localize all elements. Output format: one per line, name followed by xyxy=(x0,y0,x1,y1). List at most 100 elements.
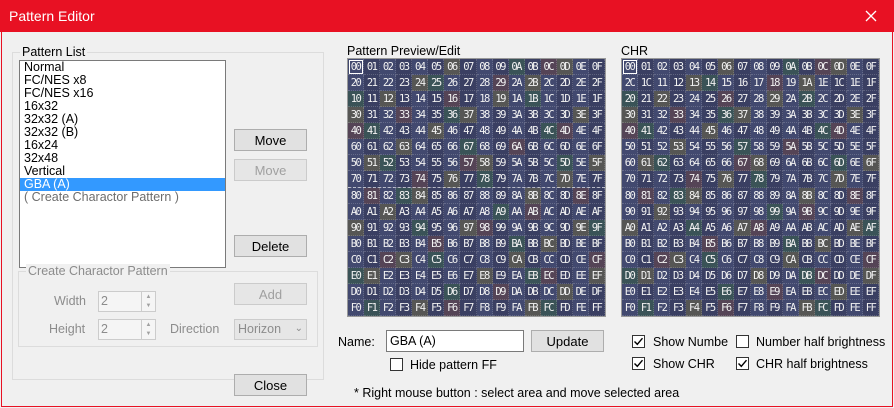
preview-cell[interactable]: 14 xyxy=(412,91,429,108)
chr-cell[interactable]: 36 xyxy=(718,107,735,124)
chr-cell[interactable]: D1 xyxy=(638,267,655,284)
chr-cell[interactable]: 57 xyxy=(734,139,751,156)
preview-cell[interactable]: E4 xyxy=(412,267,429,284)
close-button[interactable]: Close xyxy=(234,374,307,396)
preview-cell[interactable]: 2B xyxy=(524,75,541,92)
chr-cell[interactable]: 1C xyxy=(638,75,655,92)
chr-cell[interactable]: BB xyxy=(798,235,815,252)
chr-cell[interactable]: 62 xyxy=(654,155,671,172)
preview-cell[interactable]: C1 xyxy=(364,251,381,268)
chr-cell[interactable]: D3 xyxy=(670,267,687,284)
chr-cell[interactable]: B6 xyxy=(718,235,735,252)
preview-cell[interactable]: 53 xyxy=(396,155,413,172)
preview-cell[interactable]: 4F xyxy=(588,123,605,140)
chr-cell[interactable]: 77 xyxy=(734,171,751,188)
preview-cell[interactable]: 22 xyxy=(380,75,397,92)
chr-cell[interactable]: B5 xyxy=(702,235,719,252)
chr-cell[interactable]: C6 xyxy=(718,251,735,268)
preview-cell[interactable]: 7E xyxy=(572,171,589,188)
chr-cell[interactable]: 6A xyxy=(782,155,799,172)
chr-cell[interactable]: 11 xyxy=(654,75,671,92)
preview-cell[interactable]: B8 xyxy=(476,235,493,252)
chr-cell[interactable]: C7 xyxy=(734,251,751,268)
preview-cell[interactable]: 4C xyxy=(540,123,557,140)
preview-cell[interactable]: 17 xyxy=(460,91,477,108)
preview-cell[interactable]: 7F xyxy=(588,171,605,188)
chr-cell[interactable]: BC xyxy=(814,235,831,252)
chr-cell[interactable]: 26 xyxy=(718,91,735,108)
chr-cell[interactable]: 33 xyxy=(670,107,687,124)
preview-cell[interactable]: 29 xyxy=(492,75,509,92)
chr-cell[interactable]: 09 xyxy=(766,59,783,76)
preview-cell[interactable]: D7 xyxy=(460,283,477,300)
chr-cell[interactable]: 02 xyxy=(654,59,671,76)
chr-cell[interactable]: E5 xyxy=(702,283,719,300)
preview-cell[interactable]: E6 xyxy=(444,267,461,284)
chr-cell[interactable]: 68 xyxy=(750,155,767,172)
chr-cell[interactable]: 53 xyxy=(670,139,687,156)
chr-cell[interactable]: 7C xyxy=(814,171,831,188)
chr-cell[interactable]: 66 xyxy=(718,155,735,172)
preview-cell[interactable]: 40 xyxy=(348,123,365,140)
preview-cell[interactable]: 9F xyxy=(588,219,605,236)
preview-cell[interactable]: A0 xyxy=(348,203,365,220)
move-up-button[interactable]: Move xyxy=(234,129,307,151)
chr-cell[interactable]: 5A xyxy=(782,139,799,156)
preview-cell[interactable]: BE xyxy=(572,235,589,252)
preview-cell[interactable]: 67 xyxy=(460,139,477,156)
chr-cell[interactable]: 6E xyxy=(846,155,863,172)
preview-cell[interactable]: FE xyxy=(572,299,589,316)
chr-cell[interactable]: DC xyxy=(814,267,831,284)
preview-cell[interactable]: AC xyxy=(540,203,557,220)
chr-cell[interactable]: D5 xyxy=(702,267,719,284)
chr-cell[interactable]: D8 xyxy=(750,267,767,284)
preview-cell[interactable]: 20 xyxy=(348,75,365,92)
preview-cell[interactable]: B0 xyxy=(348,235,365,252)
chr-cell[interactable]: CB xyxy=(798,251,815,268)
preview-cell[interactable]: E5 xyxy=(428,267,445,284)
preview-cell[interactable]: 4A xyxy=(508,123,525,140)
preview-cell[interactable]: 5E xyxy=(572,155,589,172)
preview-cell[interactable]: 8D xyxy=(556,187,573,204)
chr-cell[interactable]: A3 xyxy=(670,219,687,236)
chr-cell[interactable]: 30 xyxy=(622,107,639,124)
chr-cell[interactable]: A5 xyxy=(702,219,719,236)
chr-cell[interactable]: 3A xyxy=(782,107,799,124)
preview-cell[interactable]: 9D xyxy=(556,219,573,236)
preview-cell[interactable]: 2F xyxy=(588,75,605,92)
chr-cell[interactable]: 2E xyxy=(846,91,863,108)
preview-cell[interactable]: D8 xyxy=(476,283,493,300)
preview-cell[interactable]: 0F xyxy=(588,59,605,76)
preview-cell[interactable]: 84 xyxy=(412,187,429,204)
chr-cell[interactable]: 21 xyxy=(638,91,655,108)
preview-cell[interactable]: 72 xyxy=(380,171,397,188)
chr-cell[interactable]: 93 xyxy=(670,203,687,220)
chr-cell[interactable]: A6 xyxy=(718,219,735,236)
preview-cell[interactable]: C9 xyxy=(492,251,509,268)
chr-cell[interactable]: 79 xyxy=(766,171,783,188)
chr-cell[interactable]: 47 xyxy=(734,123,751,140)
preview-cell[interactable]: 65 xyxy=(428,139,445,156)
preview-cell[interactable]: 0A xyxy=(508,59,525,76)
preview-cell[interactable]: 86 xyxy=(444,187,461,204)
chr-cell[interactable]: 8B xyxy=(798,187,815,204)
chr-cell[interactable]: 05 xyxy=(702,59,719,76)
chr-cell[interactable]: 81 xyxy=(638,187,655,204)
preview-cell[interactable]: AA xyxy=(508,203,525,220)
preview-cell[interactable]: DB xyxy=(524,283,541,300)
width-stepper[interactable]: 2 ▲ ▼ xyxy=(98,291,156,312)
preview-cell[interactable]: 08 xyxy=(476,59,493,76)
chr-cell[interactable]: E8 xyxy=(750,283,767,300)
chr-cell[interactable]: 0D xyxy=(830,59,847,76)
preview-cell[interactable]: 4D xyxy=(556,123,573,140)
chr-cell[interactable]: DB xyxy=(798,267,815,284)
preview-cell[interactable]: D6 xyxy=(444,283,461,300)
preview-cell[interactable]: F7 xyxy=(460,299,477,316)
chr-cell[interactable]: 5C xyxy=(814,139,831,156)
preview-cell[interactable]: D3 xyxy=(396,283,413,300)
preview-cell[interactable]: 8C xyxy=(540,187,557,204)
preview-cell[interactable]: 75 xyxy=(428,171,445,188)
chr-cell[interactable]: 60 xyxy=(622,155,639,172)
preview-cell[interactable]: A7 xyxy=(460,203,477,220)
chr-cell[interactable]: BD xyxy=(830,235,847,252)
